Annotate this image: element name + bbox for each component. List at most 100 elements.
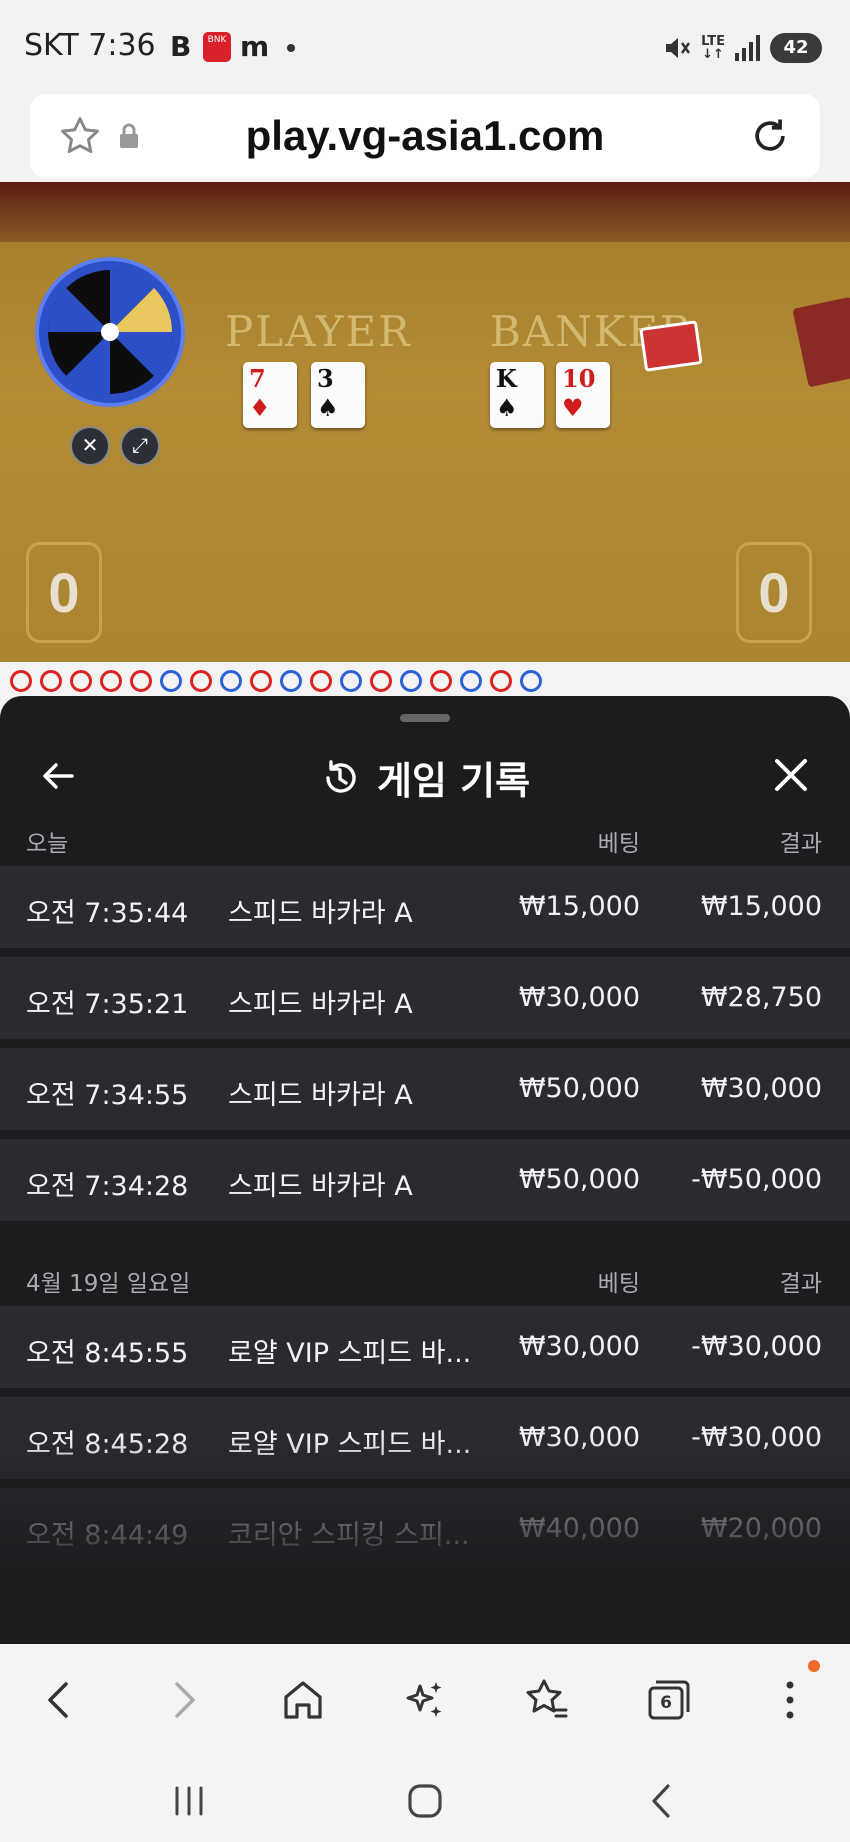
row-result: ₩28,750 bbox=[700, 982, 822, 1013]
history-icon bbox=[326, 759, 356, 793]
notification-dot-icon bbox=[287, 44, 295, 52]
row-result: ₩30,000 bbox=[700, 1073, 822, 1104]
row-result: -₩30,000 bbox=[691, 1422, 822, 1453]
home-system-icon[interactable] bbox=[400, 1776, 450, 1826]
road-bead bbox=[70, 670, 92, 692]
address-bar[interactable]: play.vg-asia1.com bbox=[30, 94, 820, 178]
history-row[interactable]: 오전 7:35:21 스피드 바카라 A ₩30,000 ₩28,750 bbox=[0, 957, 850, 1039]
dealer-card bbox=[639, 320, 703, 372]
expand-wheel-button[interactable]: ⤢ bbox=[120, 426, 160, 466]
row-time: 오전 7:35:21 bbox=[26, 989, 189, 1020]
back-system-icon[interactable] bbox=[638, 1776, 688, 1826]
sheet-drag-handle[interactable] bbox=[400, 714, 450, 722]
road-bead bbox=[130, 670, 152, 692]
ai-button[interactable] bbox=[396, 1672, 452, 1728]
road-bead bbox=[310, 670, 332, 692]
game-history-sheet: 게임 기록 오늘 베팅 결과 오전 7:35:44 스피드 바카라 A ₩15,… bbox=[0, 696, 850, 1644]
table-edge bbox=[0, 182, 850, 242]
menu-icon bbox=[786, 1681, 794, 1719]
close-wheel-button[interactable]: ✕ bbox=[70, 426, 110, 466]
row-bet: ₩30,000 bbox=[518, 982, 640, 1013]
row-result: ₩15,000 bbox=[700, 891, 822, 922]
road-bead bbox=[160, 670, 182, 692]
road-bead bbox=[100, 670, 122, 692]
bookmarks-button[interactable] bbox=[518, 1672, 574, 1728]
row-game: 스피드 바카라 A bbox=[228, 989, 413, 1020]
banker-card-1: K ♠ bbox=[490, 362, 544, 428]
result-column-header: 결과 bbox=[779, 1271, 822, 1297]
history-row[interactable]: 오전 7:34:28 스피드 바카라 A ₩50,000 -₩50,000 bbox=[0, 1139, 850, 1221]
history-row[interactable]: 오전 7:35:44 스피드 바카라 A ₩15,000 ₩15,000 bbox=[0, 866, 850, 948]
row-time: 오전 7:35:44 bbox=[26, 898, 189, 929]
notification-b-icon: B bbox=[170, 30, 192, 63]
nav-forward-button[interactable] bbox=[155, 1672, 211, 1728]
row-game: 로얄 VIP 스피드 바... bbox=[228, 1429, 472, 1460]
sheet-title: 게임 기록 bbox=[0, 750, 850, 805]
row-bet: ₩40,000 bbox=[518, 1513, 640, 1544]
result-column-header: 결과 bbox=[779, 831, 822, 857]
status-icons: LTE ↓↑ 42 bbox=[663, 32, 822, 64]
ai-sparkle-icon bbox=[406, 1682, 442, 1717]
row-time: 오전 7:34:28 bbox=[26, 1171, 189, 1202]
nav-back-button[interactable] bbox=[32, 1672, 88, 1728]
section-header-apr19: 4월 19일 일요일 베팅 결과 bbox=[0, 1246, 850, 1306]
road-bead bbox=[250, 670, 272, 692]
tabs-count: 6 bbox=[660, 1693, 672, 1713]
road-bead bbox=[460, 670, 482, 692]
status-bar: SKT 7:36 B BNK m LTE ↓↑ 42 bbox=[0, 0, 850, 92]
road-bead bbox=[490, 670, 512, 692]
row-game: 로얄 VIP 스피드 바... bbox=[228, 1338, 472, 1369]
tabs-button[interactable]: 6 bbox=[640, 1672, 696, 1728]
wheel-segments-icon bbox=[47, 269, 173, 395]
bet-column-header: 베팅 bbox=[597, 831, 640, 857]
row-time: 오전 8:45:55 bbox=[26, 1338, 189, 1369]
menu-button[interactable] bbox=[762, 1672, 818, 1728]
road-bead bbox=[280, 670, 302, 692]
row-result: -₩30,000 bbox=[691, 1331, 822, 1362]
road-bead bbox=[190, 670, 212, 692]
network-type: LTE ↓↑ bbox=[701, 34, 725, 62]
home-button[interactable] bbox=[275, 1672, 331, 1728]
bonus-wheel[interactable] bbox=[35, 257, 185, 407]
banker-score: 0 bbox=[736, 542, 812, 643]
history-row[interactable]: 오전 8:45:28 로얄 VIP 스피드 바... ₩30,000 -₩30,… bbox=[0, 1397, 850, 1479]
system-navigation-bar bbox=[0, 1754, 850, 1842]
row-bet: ₩50,000 bbox=[518, 1164, 640, 1195]
player-card-1: 7 ♦ bbox=[243, 362, 297, 428]
sheet-header: 게임 기록 bbox=[0, 736, 850, 816]
row-bet: ₩50,000 bbox=[518, 1073, 640, 1104]
live-game-video[interactable]: PLAYER BANKER 7 ♦ 3 ♠ K ♠ 10 ♥ ✕ ⤢ 0 0 bbox=[0, 182, 850, 702]
row-time: 오전 8:45:28 bbox=[26, 1429, 189, 1460]
history-row[interactable]: 오전 8:45:55 로얄 VIP 스피드 바... ₩30,000 -₩30,… bbox=[0, 1306, 850, 1388]
row-game: 스피드 바카라 A bbox=[228, 1171, 413, 1202]
row-game: 코리안 스피킹 스피... bbox=[228, 1520, 470, 1551]
sheet-title-text: 게임 기록 bbox=[377, 759, 531, 803]
road-bead bbox=[370, 670, 392, 692]
bnk-app-icon: BNK bbox=[203, 32, 231, 62]
close-icon[interactable] bbox=[770, 754, 812, 796]
row-result: -₩50,000 bbox=[691, 1164, 822, 1195]
notification-m-icon: m bbox=[240, 30, 270, 63]
row-result: ₩20,000 bbox=[700, 1513, 822, 1544]
bet-column-header: 베팅 bbox=[597, 1271, 640, 1297]
url-text[interactable]: play.vg-asia1.com bbox=[30, 112, 820, 160]
road-bead bbox=[40, 670, 62, 692]
road-bead bbox=[220, 670, 242, 692]
menu-notification-dot bbox=[808, 1660, 820, 1672]
row-bet: ₩15,000 bbox=[518, 891, 640, 922]
banker-card-2: 10 ♥ bbox=[556, 362, 610, 428]
recent-apps-icon[interactable] bbox=[164, 1776, 214, 1826]
nav-back-icon bbox=[48, 1682, 68, 1718]
reload-icon[interactable] bbox=[748, 114, 792, 158]
row-bet: ₩30,000 bbox=[518, 1422, 640, 1453]
road-bead bbox=[430, 670, 452, 692]
history-row[interactable]: 오전 7:34:55 스피드 바카라 A ₩50,000 ₩30,000 bbox=[0, 1048, 850, 1130]
road-bead bbox=[10, 670, 32, 692]
bookmarks-icon bbox=[526, 1679, 568, 1718]
signal-icon bbox=[735, 35, 760, 61]
section-header-today: 오늘 베팅 결과 bbox=[0, 806, 850, 866]
mute-icon bbox=[666, 38, 691, 58]
home-icon bbox=[284, 1681, 322, 1719]
row-time: 오전 7:34:55 bbox=[26, 1080, 189, 1111]
history-row[interactable]: 오전 8:44:49 코리안 스피킹 스피... ₩40,000 ₩20,000 bbox=[0, 1488, 850, 1570]
